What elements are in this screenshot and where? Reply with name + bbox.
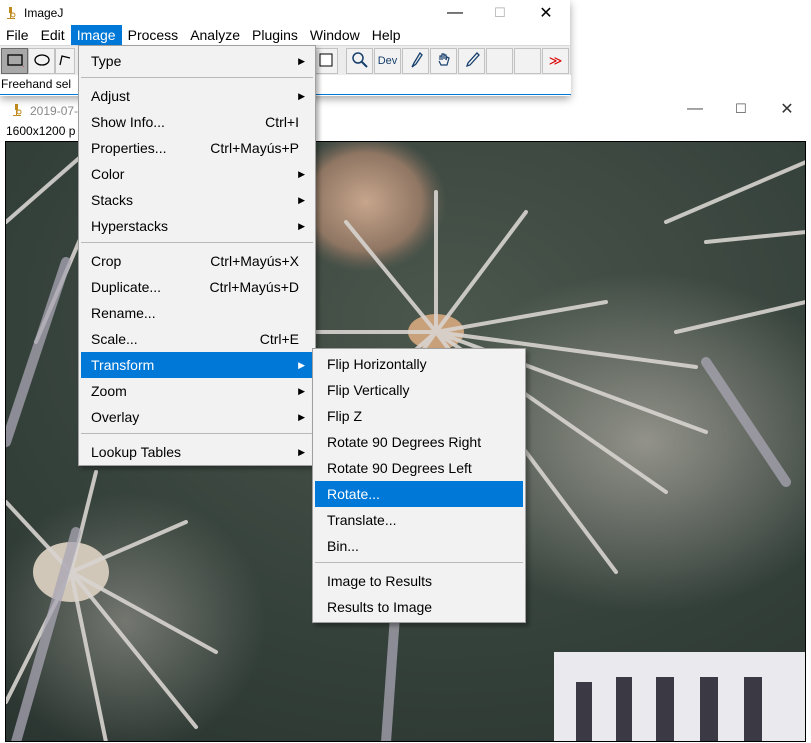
square-icon [318, 52, 334, 71]
menu-item-scale[interactable]: Scale... Ctrl+E [81, 326, 313, 352]
menu-item-adjust[interactable]: Adjust ▶ [81, 83, 313, 109]
menu-item-zoom[interactable]: Zoom ▶ [81, 378, 313, 404]
rectangle-tool[interactable] [1, 48, 28, 74]
close-button[interactable]: ✕ [523, 0, 569, 25]
transform-submenu: Flip Horizontally Flip Vertically Flip Z… [312, 348, 526, 623]
image-info-label: 1600x1200 p [6, 124, 76, 138]
submenu-arrow-icon: ▶ [298, 360, 305, 370]
menu-separator [81, 242, 313, 243]
menu-item-type[interactable]: Type ▶ [81, 48, 313, 74]
menu-item-duplicate[interactable]: Duplicate... Ctrl+Mayús+D [81, 274, 313, 300]
image-maximize-button[interactable]: ☐ [718, 96, 764, 121]
menu-analyze[interactable]: Analyze [184, 25, 246, 45]
submenu-arrow-icon: ▶ [298, 169, 305, 179]
submenu-arrow-icon: ▶ [298, 447, 305, 457]
menu-item-rotate[interactable]: Rotate... [315, 481, 523, 507]
menu-item-flip-horizontally[interactable]: Flip Horizontally [315, 351, 523, 377]
polygon-icon [58, 53, 72, 70]
dev-tool[interactable]: Dev [374, 48, 401, 74]
menu-bar: File Edit Image Process Analyze Plugins … [0, 25, 570, 45]
text-tool[interactable] [314, 48, 338, 74]
menu-item-flip-vertically[interactable]: Flip Vertically [315, 377, 523, 403]
minimize-button[interactable]: — [432, 0, 478, 25]
double-chevron-icon: ≫ [548, 53, 563, 68]
hand-icon [436, 51, 452, 72]
submenu-arrow-icon: ▶ [298, 386, 305, 396]
oval-tool[interactable] [28, 48, 55, 74]
menu-item-rotate-90-right[interactable]: Rotate 90 Degrees Right [315, 429, 523, 455]
title-bar: ImageJ — ☐ ✕ [0, 0, 570, 25]
submenu-arrow-icon: ▶ [298, 412, 305, 422]
image-close-button[interactable]: ✕ [764, 96, 810, 121]
imagej-microscope-icon [6, 6, 16, 20]
menu-window[interactable]: Window [304, 25, 366, 45]
oval-icon [33, 53, 51, 70]
menu-separator [315, 562, 523, 563]
menu-item-results-to-image[interactable]: Results to Image [315, 594, 523, 620]
brush-icon [408, 51, 424, 72]
menu-item-transform[interactable]: Transform ▶ [81, 352, 313, 378]
menu-item-crop[interactable]: Crop Ctrl+Mayús+X [81, 248, 313, 274]
menu-help[interactable]: Help [366, 25, 407, 45]
menu-item-image-to-results[interactable]: Image to Results [315, 568, 523, 594]
app-title: ImageJ [24, 6, 64, 20]
submenu-arrow-icon: ▶ [298, 91, 305, 101]
menu-image[interactable]: Image [70, 25, 122, 45]
menu-separator [81, 433, 313, 434]
maximize-button[interactable]: ☐ [477, 0, 523, 25]
magnifier-icon [351, 51, 369, 72]
image-window-title: 2019-07- [30, 104, 79, 118]
menu-plugins[interactable]: Plugins [246, 25, 304, 45]
submenu-arrow-icon: ▶ [298, 195, 305, 205]
more-tools-button[interactable]: ≫ [542, 48, 569, 74]
rectangle-icon [6, 53, 27, 70]
menu-item-color[interactable]: Color ▶ [81, 161, 313, 187]
menu-edit[interactable]: Edit [35, 25, 71, 45]
empty-tool-2[interactable] [514, 48, 541, 74]
menu-item-translate[interactable]: Translate... [315, 507, 523, 533]
imagej-microscope-icon [12, 103, 22, 117]
dropper-icon [464, 51, 480, 72]
hand-tool[interactable] [430, 48, 457, 74]
image-minimize-button[interactable]: — [672, 96, 718, 121]
menu-item-flip-z[interactable]: Flip Z [315, 403, 523, 429]
menu-item-rotate-90-left[interactable]: Rotate 90 Degrees Left [315, 455, 523, 481]
menu-item-bin[interactable]: Bin... [315, 533, 523, 559]
menu-item-properties[interactable]: Properties... Ctrl+Mayús+P [81, 135, 313, 161]
menu-separator [81, 77, 313, 78]
menu-item-stacks[interactable]: Stacks ▶ [81, 187, 313, 213]
image-menu-dropdown: Type ▶ Adjust ▶ Show Info... Ctrl+I Propert… [78, 45, 316, 466]
polygon-tool[interactable] [55, 48, 75, 74]
menu-process[interactable]: Process [122, 25, 185, 45]
brush-tool[interactable] [402, 48, 429, 74]
submenu-arrow-icon: ▶ [298, 56, 305, 66]
magnifier-tool[interactable] [346, 48, 373, 74]
menu-item-lookup-tables[interactable]: Lookup Tables ▶ [81, 439, 313, 465]
menu-item-rename[interactable]: Rename... [81, 300, 313, 326]
menu-file[interactable]: File [0, 25, 35, 45]
empty-tool-1[interactable] [486, 48, 513, 74]
menu-item-overlay[interactable]: Overlay ▶ [81, 404, 313, 430]
dropper-tool[interactable] [458, 48, 485, 74]
menu-item-show-info[interactable]: Show Info... Ctrl+I [81, 109, 313, 135]
dev-label: Dev [377, 55, 398, 67]
menu-item-hyperstacks[interactable]: Hyperstacks ▶ [81, 213, 313, 239]
submenu-arrow-icon: ▶ [298, 221, 305, 231]
